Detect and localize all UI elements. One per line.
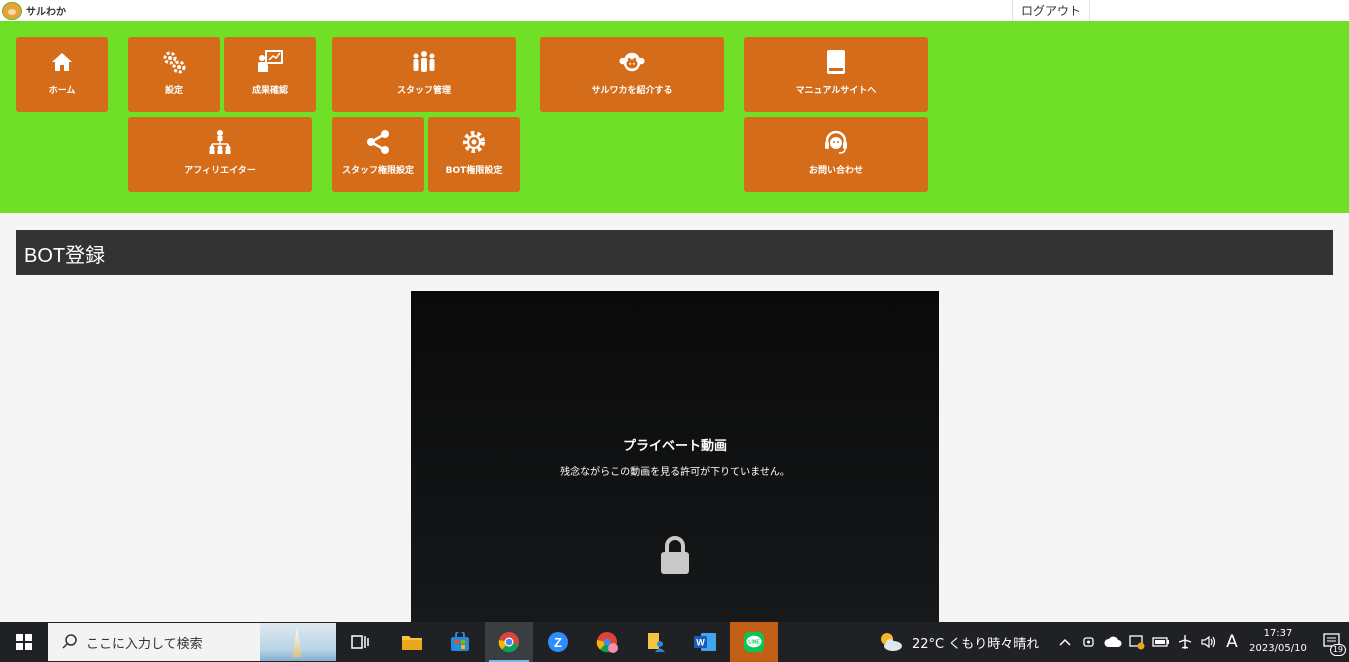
video-message: 残念ながらこの動画を見る許可が下りていません。: [560, 467, 790, 478]
nav-results-button[interactable]: 成果確認: [224, 37, 316, 112]
battery-icon: [1152, 637, 1169, 647]
nav-settings-label: 設定: [164, 86, 183, 96]
taskbar-app-shortcut[interactable]: [632, 622, 680, 662]
store-icon: [451, 632, 469, 651]
nav-home-label: ホーム: [48, 86, 76, 96]
task-view-button[interactable]: [336, 622, 384, 662]
document-user-icon: [648, 633, 665, 652]
nav-bot-permissions-button[interactable]: BOT権限設定: [428, 117, 520, 192]
tray-onedrive-icon[interactable]: [1102, 622, 1124, 662]
taskbar-chrome-profile[interactable]: [583, 622, 631, 662]
nav-results-label: 成果確認: [251, 86, 288, 96]
home-icon: [49, 49, 75, 75]
monkey-logo-icon: [2, 1, 22, 20]
start-button[interactable]: [0, 622, 48, 662]
hierarchy-icon: [207, 129, 233, 155]
video-player[interactable]: プライベート動画 残念ながらこの動画を見る許可が下りていません。: [411, 291, 939, 622]
clock-time: 17:37: [1263, 628, 1293, 639]
weather-text: 22°C くもり時々晴れ: [912, 636, 1040, 652]
task-view-icon: [351, 635, 369, 649]
share-icon: [365, 129, 391, 155]
svg-text:Z: Z: [554, 635, 562, 650]
nav-contact-button[interactable]: お問い合わせ: [744, 117, 928, 192]
team-icon: [411, 49, 437, 75]
monkey-icon: [619, 49, 645, 75]
top-bar: サルわか ログアウト: [0, 0, 1349, 21]
gears-icon: [161, 49, 187, 75]
tray-battery-icon[interactable]: [1150, 622, 1172, 662]
book-icon: [823, 49, 849, 75]
taskbar-store[interactable]: [436, 622, 484, 662]
search-highlight-image: [260, 623, 336, 661]
tray-network-icon[interactable]: [1126, 622, 1148, 662]
clock-date: 2023/05/10: [1249, 643, 1307, 654]
speaker-icon: [1201, 635, 1216, 649]
page-title: BOT登録: [24, 245, 106, 267]
svg-text:LINE: LINE: [748, 640, 760, 646]
tray-airplane-icon[interactable]: [1174, 622, 1196, 662]
nav-manual-label: マニュアルサイトへ: [795, 86, 877, 96]
main-nav: ホーム 設定 成果確認 スタッフ管理 サルワカを紹介する マニュアルサイトへ ア…: [0, 21, 1349, 213]
windows-icon: [16, 634, 32, 650]
nav-settings-button[interactable]: 設定: [128, 37, 220, 112]
nav-affiliate-label: アフィリエイター: [184, 166, 256, 176]
notification-center-button[interactable]: 19: [1318, 622, 1348, 662]
taskbar-line[interactable]: LINE: [730, 622, 778, 662]
chrome-profile-icon: [596, 632, 618, 653]
cloud-icon: [1104, 636, 1122, 647]
taskbar-chrome-active[interactable]: [485, 622, 533, 662]
network-warning-icon: [1129, 635, 1145, 650]
tray-meet-icon[interactable]: [1080, 622, 1100, 662]
logout-link[interactable]: ログアウト: [1012, 0, 1090, 21]
tray-volume-icon[interactable]: [1198, 622, 1220, 662]
nav-contact-label: お問い合わせ: [808, 166, 863, 176]
search-icon: [62, 634, 77, 649]
nav-staff-permissions-button[interactable]: スタッフ権限設定: [332, 117, 424, 192]
chrome-icon: [498, 632, 519, 653]
nav-staff-button[interactable]: スタッフ管理: [332, 37, 516, 112]
logo-text: サルわか: [26, 7, 66, 18]
site-logo[interactable]: サルわか: [2, 1, 66, 20]
ime-indicator[interactable]: A: [1222, 622, 1242, 662]
taskbar: ここに入力して検索 Z W LINE 22°C くもり時々晴れ A 17:37 …: [0, 622, 1349, 662]
zoom-icon: Z: [548, 632, 568, 652]
taskbar-explorer[interactable]: [388, 622, 436, 662]
video-title: プライベート動画: [622, 439, 727, 454]
nav-affiliate-button[interactable]: アフィリエイター: [128, 117, 312, 192]
nav-home-button[interactable]: ホーム: [16, 37, 108, 112]
search-placeholder: ここに入力して検索: [86, 636, 203, 652]
page-header: BOT登録: [16, 230, 1333, 275]
notification-count: 19: [1329, 644, 1346, 656]
weather-icon: [881, 633, 902, 651]
system-clock[interactable]: 17:37 2023/05/10: [1248, 626, 1308, 656]
presentation-icon: [257, 49, 283, 75]
show-hidden-icons-button[interactable]: [1056, 622, 1074, 662]
svg-text:W: W: [696, 638, 705, 648]
airplane-icon: [1178, 635, 1192, 649]
nav-bot-permissions-label: BOT権限設定: [445, 166, 503, 176]
headset-icon: [823, 129, 849, 155]
lock-icon: [660, 535, 690, 575]
meet-icon: [1083, 637, 1094, 647]
nav-introduce-label: サルワカを紹介する: [591, 86, 673, 96]
nav-introduce-button[interactable]: サルワカを紹介する: [540, 37, 724, 112]
weather-widget[interactable]: 22°C くもり時々晴れ: [878, 622, 1046, 662]
folder-icon: [402, 636, 422, 650]
nav-manual-button[interactable]: マニュアルサイトへ: [744, 37, 928, 112]
chevron-up-icon: [1059, 638, 1071, 646]
gear-icon: [461, 129, 487, 155]
word-icon: W: [694, 633, 716, 651]
taskbar-search[interactable]: ここに入力して検索: [48, 623, 336, 661]
nav-staff-label: スタッフ管理: [396, 86, 451, 96]
nav-staff-permissions-label: スタッフ権限設定: [341, 166, 414, 176]
taskbar-word[interactable]: W: [681, 622, 729, 662]
taskbar-zoom[interactable]: Z: [534, 622, 582, 662]
line-icon: LINE: [744, 632, 764, 652]
